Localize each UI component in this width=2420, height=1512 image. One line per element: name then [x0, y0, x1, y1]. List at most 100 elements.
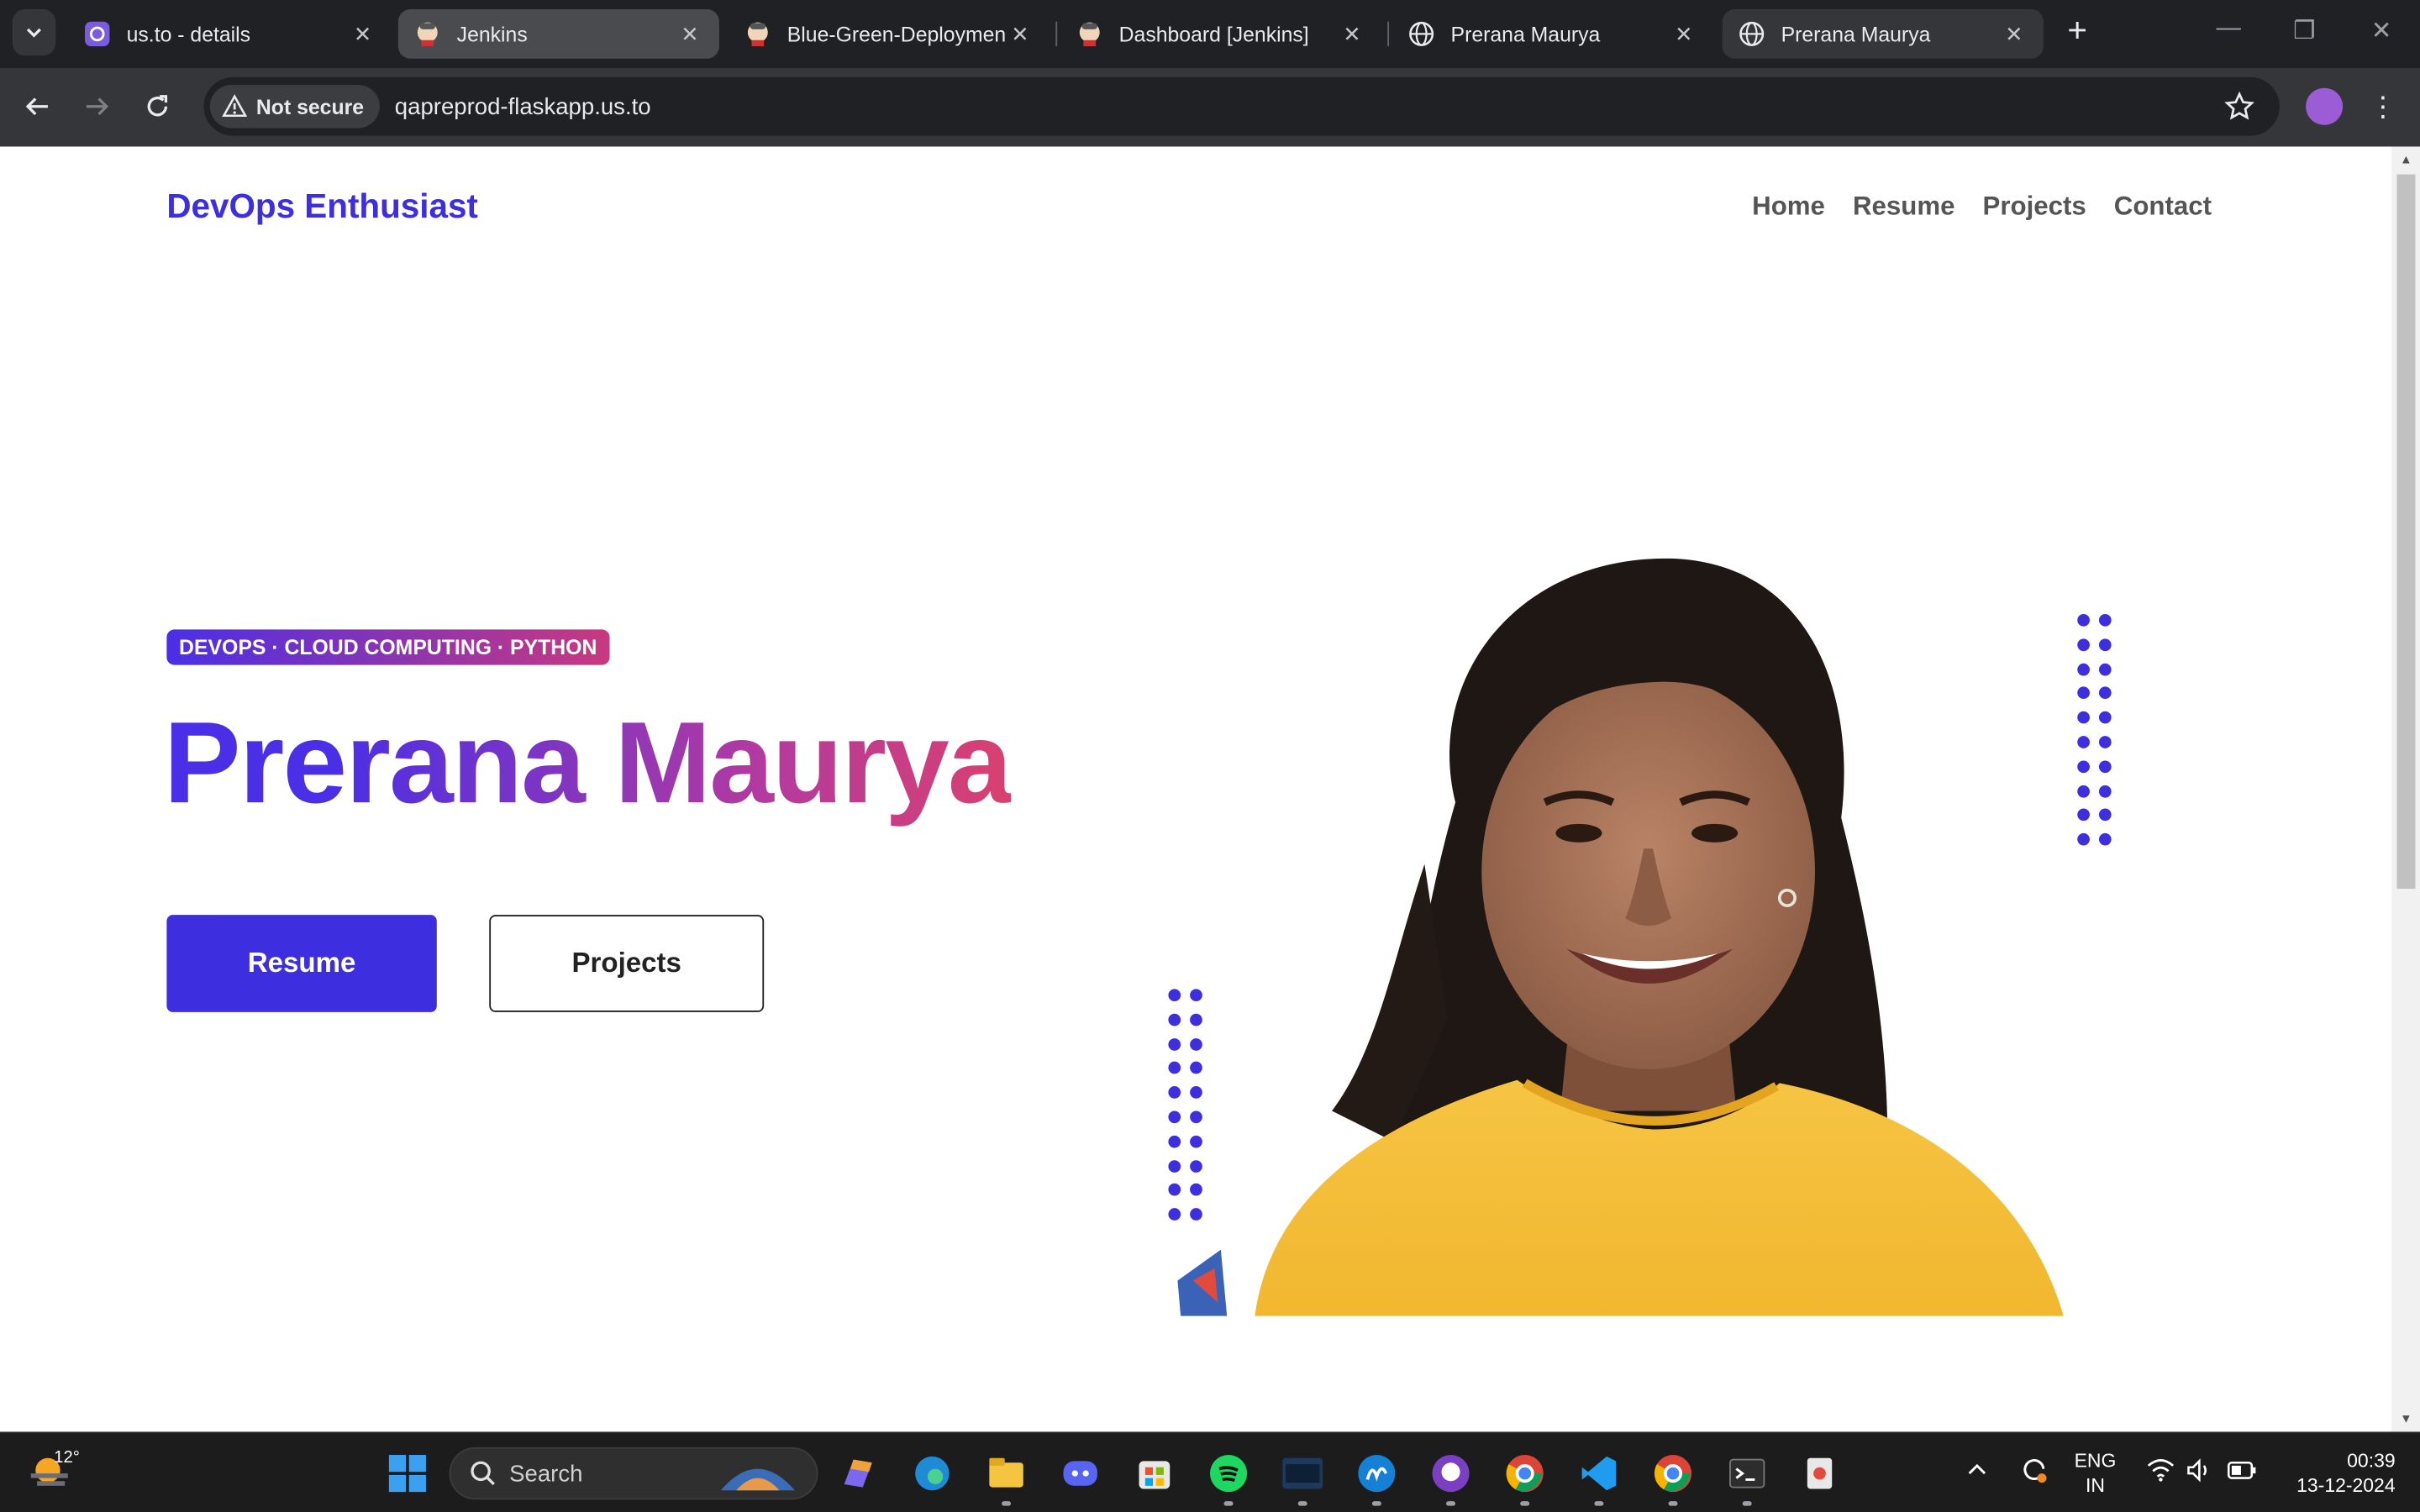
site-brand[interactable]: DevOps Enthusiast — [166, 186, 478, 227]
clock[interactable]: 00:39 13-12-2024 — [2278, 1449, 2396, 1499]
scroll-down-arrow-icon[interactable]: ▼ — [2398, 1412, 2413, 1426]
mysql-workbench-icon[interactable] — [1281, 1452, 1323, 1494]
close-icon[interactable]: ✕ — [1338, 21, 1365, 47]
arrow-right-icon — [86, 97, 109, 116]
tab-blue-green[interactable]: Blue-Green-Deploymen ✕ — [729, 9, 1050, 59]
web-page: DevOps Enthusiast Home Resume Projects C… — [0, 146, 2392, 1432]
scroll-up-arrow-icon[interactable]: ▲ — [2398, 153, 2413, 167]
show-hidden-icons-chevron-up-icon[interactable] — [1966, 1458, 1988, 1486]
close-icon[interactable]: ✕ — [676, 21, 703, 47]
tab-title: Dashboard [Jenkins] — [1118, 22, 1309, 46]
language-indicator[interactable]: ENG IN — [2075, 1449, 2117, 1499]
spotify-icon[interactable] — [1207, 1452, 1249, 1494]
reload-icon — [147, 95, 168, 117]
running-indicator — [1223, 1501, 1234, 1506]
running-indicator — [1002, 1501, 1012, 1506]
browser-toolbar: Not secure qapreprod-flaskapp.us.to ⋮ — [0, 67, 2420, 147]
clock-date: 13-12-2024 — [2296, 1474, 2396, 1497]
address-bar[interactable]: Not secure qapreprod-flaskapp.us.to — [203, 76, 2280, 136]
tab-usto[interactable]: us.to - details ✕ — [68, 9, 392, 59]
tab-separator — [1055, 21, 1058, 47]
edge-browser-icon[interactable] — [911, 1452, 954, 1494]
vscode-icon[interactable] — [1577, 1452, 1620, 1494]
weather-widget[interactable]: 12° — [28, 1449, 80, 1500]
search-placeholder: Search — [509, 1460, 583, 1487]
chrome-icon[interactable] — [1651, 1452, 1694, 1494]
tab-title: Blue-Green-Deploymen — [786, 22, 1007, 46]
purple-app-icon — [83, 20, 111, 48]
running-indicator — [1446, 1501, 1456, 1506]
url-text[interactable]: qapreprod-flaskapp.us.to — [395, 93, 651, 119]
tab-title: Prerana Maurya — [1781, 22, 1931, 46]
search-icon — [471, 1461, 495, 1486]
jenkins-icon — [744, 20, 771, 48]
back-button[interactable] — [17, 87, 57, 127]
tab-prerana-active[interactable]: Prerana Maurya ✕ — [1722, 9, 2044, 59]
browser-menu-icon[interactable]: ⋮ — [2368, 88, 2399, 125]
screen: us.to - details ✕ Jenkins ✕ Blue-Green-D… — [0, 0, 2420, 1512]
running-indicator — [1668, 1501, 1678, 1506]
close-icon[interactable]: ✕ — [1670, 21, 1697, 47]
file-explorer-icon[interactable] — [985, 1452, 1028, 1494]
running-indicator — [1594, 1501, 1604, 1506]
region-code: IN — [2085, 1474, 2105, 1497]
tab-search-button[interactable] — [12, 9, 56, 56]
tab-prerana-1[interactable]: Prerana Maurya ✕ — [1392, 9, 1713, 59]
arrow-left-icon — [25, 97, 48, 116]
volume-icon[interactable] — [2186, 1458, 2213, 1489]
close-icon[interactable]: ✕ — [349, 21, 376, 47]
site-nav: Home Resume Projects Contact — [1752, 192, 2212, 223]
forward-button[interactable] — [77, 87, 118, 127]
warning-icon — [222, 94, 247, 118]
windows-taskbar: 12° Search ENG IN 00:39 13-12-2024 — [0, 1431, 2420, 1512]
taskbar-search[interactable]: Search — [449, 1446, 818, 1500]
copilot-icon[interactable] — [837, 1452, 880, 1494]
close-window-button[interactable]: ✕ — [2363, 15, 2400, 52]
wifi-icon[interactable] — [2147, 1458, 2175, 1489]
discord-icon[interactable] — [1059, 1452, 1102, 1494]
profile-photo — [1177, 558, 2064, 1316]
running-indicator — [1742, 1501, 1752, 1506]
windows-start-icon[interactable] — [386, 1452, 429, 1494]
language-code: ENG — [2074, 1450, 2117, 1473]
jenkins-icon — [413, 20, 441, 48]
running-indicator — [1520, 1501, 1530, 1506]
tab-separator — [1387, 21, 1390, 47]
battery-icon[interactable] — [2227, 1460, 2258, 1488]
tab-title: Jenkins — [456, 22, 528, 46]
nav-home[interactable]: Home — [1752, 192, 1825, 223]
nav-contact[interactable]: Contact — [2114, 192, 2212, 223]
reload-button[interactable] — [137, 87, 177, 127]
nav-resume[interactable]: Resume — [1853, 192, 1954, 223]
page-scrollbar[interactable]: ▲ ▼ — [2391, 146, 2420, 1432]
chrome-profile-icon[interactable] — [1503, 1452, 1546, 1494]
microsoft-store-icon[interactable] — [1133, 1452, 1176, 1494]
github-desktop-icon[interactable] — [1429, 1452, 1472, 1494]
decorative-dots-right — [2077, 614, 2112, 846]
tab-dashboard-jenkins[interactable]: Dashboard [Jenkins] ✕ — [1060, 9, 1381, 59]
new-tab-button[interactable]: + — [2059, 13, 2096, 51]
scroll-thumb[interactable] — [2396, 174, 2416, 889]
nav-projects[interactable]: Projects — [1983, 192, 2086, 223]
terminal-icon[interactable] — [1725, 1452, 1768, 1494]
globe-icon — [1407, 20, 1435, 48]
search-highlight-icon — [720, 1468, 795, 1491]
restore-button[interactable]: ❐ — [2286, 15, 2323, 52]
close-icon[interactable]: ✕ — [2000, 21, 2028, 47]
tab-strip: us.to - details ✕ Jenkins ✕ Blue-Green-D… — [0, 0, 2420, 68]
resume-button[interactable]: Resume — [166, 915, 437, 1012]
tab-title: us.to - details — [126, 22, 251, 46]
security-chip[interactable]: Not secure — [209, 85, 380, 129]
sync-icon[interactable] — [2018, 1455, 2049, 1492]
tab-jenkins[interactable]: Jenkins ✕ — [397, 9, 719, 59]
skills-badge: DEVOPS · CLOUD COMPUTING · PYTHON — [166, 629, 610, 665]
notes-app-icon[interactable] — [1355, 1452, 1398, 1494]
close-icon[interactable]: ✕ — [1007, 21, 1034, 47]
hero-name: Prerana Maurya — [163, 697, 1013, 827]
tab-title: Prerana Maurya — [1450, 22, 1601, 46]
projects-button[interactable]: Projects — [489, 915, 765, 1012]
profile-avatar[interactable] — [2306, 87, 2344, 125]
bookmark-star-icon[interactable] — [2224, 91, 2255, 129]
snipping-tool-icon[interactable] — [1800, 1452, 1843, 1494]
minimize-button[interactable]: — — [2210, 15, 2247, 52]
